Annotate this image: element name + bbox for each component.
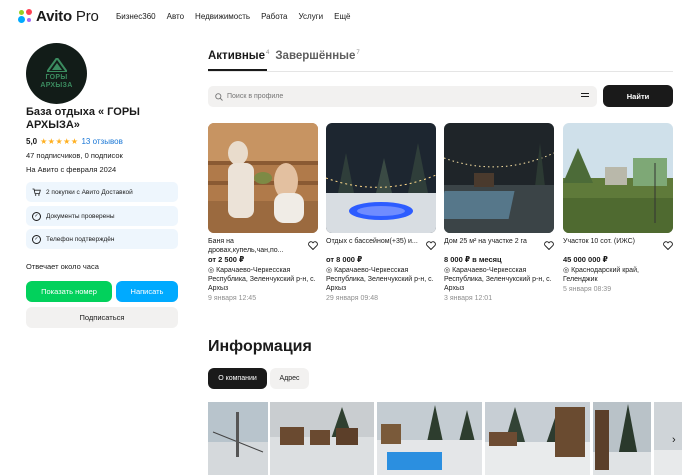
gallery-photo[interactable]	[485, 402, 590, 475]
avatar: ГОРЫ АРХЫЗА	[26, 43, 87, 104]
heart-icon[interactable]	[663, 241, 673, 250]
reply-time: Отвечает около часа	[26, 262, 99, 271]
nav-item-business360[interactable]: Бизнес360	[116, 12, 156, 21]
tab-about-company[interactable]: О компании	[208, 368, 267, 389]
heart-icon[interactable]	[544, 241, 554, 250]
member-since: На Авито с февраля 2024	[26, 165, 117, 174]
listing-title[interactable]: Дом 25 м² на участке 2 га	[444, 238, 527, 245]
check-circle-icon: ✓	[32, 234, 41, 244]
listing-photo-land[interactable]	[563, 123, 673, 233]
tab-completed-count: 7	[356, 50, 360, 57]
show-number-button[interactable]: Показать номер	[26, 281, 112, 302]
reviews-link[interactable]: 13 отзывов	[81, 137, 122, 146]
avito-logo-icon	[18, 9, 33, 24]
listing-photo-pool[interactable]	[326, 123, 436, 233]
top-header: Avito Pro Бизнес360 Авто Недвижимость Ра…	[0, 0, 682, 34]
listing-price: от 2 500 ₽	[208, 255, 245, 264]
nav-item-jobs[interactable]: Работа	[261, 12, 287, 21]
filter-icon[interactable]	[581, 93, 589, 100]
search-icon	[215, 92, 223, 101]
nav-item-services[interactable]: Услуги	[299, 12, 324, 21]
badge-delivery-label: 2 покупки с Авито Доставкой	[46, 188, 133, 196]
rating-value: 5,0	[26, 137, 38, 146]
listing-date: 3 января 12:01	[444, 295, 493, 302]
listing-price: 8 000 ₽ в месяц	[444, 255, 502, 264]
write-button[interactable]: Написать	[116, 281, 178, 302]
listing-card[interactable]: Участок 10 сот. (ИЖС) 45 000 000 ₽ ◎ Кра…	[563, 123, 673, 294]
location-pin-icon: ◎	[563, 267, 572, 274]
location-pin-icon: ◎	[208, 267, 217, 274]
badge-documents-label: Документы проверены	[46, 212, 115, 220]
location-pin-icon: ◎	[326, 267, 335, 274]
avito-pro-logo[interactable]: Avito Pro	[18, 8, 99, 25]
listing-date: 9 января 12:45	[208, 295, 257, 302]
info-section-title: Информация	[208, 338, 312, 355]
gallery-photo[interactable]	[593, 402, 651, 475]
listing-title[interactable]: Баня на дровах,купель,чан,по...	[208, 238, 284, 254]
check-circle-icon: ✓	[32, 211, 41, 221]
search-input[interactable]	[227, 93, 567, 100]
tab-address[interactable]: Адрес	[270, 368, 309, 389]
logo-text: Avito	[36, 8, 72, 25]
tab-completed[interactable]: Завершённые7	[275, 50, 359, 62]
gallery-photo[interactable]	[377, 402, 482, 475]
badge-phone: ✓ Телефон подтверждён	[26, 229, 178, 249]
listing-location: Карачаево-Черкесская Республика, Зеленчу…	[208, 267, 316, 292]
find-button[interactable]: Найти	[603, 85, 673, 107]
heart-icon[interactable]	[308, 241, 318, 250]
gallery-photo[interactable]	[270, 402, 374, 475]
location-pin-icon: ◎	[444, 267, 453, 274]
nav-item-realty[interactable]: Недвижимость	[195, 12, 250, 21]
gallery-photo[interactable]	[208, 402, 268, 475]
company-name: База отдыха « ГОРЫ АРХЫЗА»	[26, 106, 140, 131]
listing-card[interactable]: Отдых с бассейном(+35) и... от 8 000 ₽ ◎…	[326, 123, 436, 303]
star-icons: ★★★★★	[40, 137, 79, 146]
listing-card[interactable]: Дом 25 м² на участке 2 га 8 000 ₽ в меся…	[444, 123, 554, 303]
listing-location: Краснодарский край, Геленджик	[563, 267, 639, 283]
profile-search	[208, 86, 597, 107]
listing-date: 29 января 09:48	[326, 295, 378, 302]
tab-active-count: 4	[266, 50, 270, 57]
listing-location: Карачаево-Черкесская Республика, Зеленчу…	[444, 267, 552, 292]
subscribe-button[interactable]: Подписаться	[26, 307, 178, 328]
tab-active[interactable]: Активные4	[208, 50, 269, 62]
listing-title[interactable]: Отдых с бассейном(+35) и...	[326, 238, 418, 245]
listing-location: Карачаево-Черкесская Республика, Зеленчу…	[326, 267, 434, 292]
avatar-text: ГОРЫ АРХЫЗА	[40, 73, 73, 89]
gallery-photo[interactable]	[654, 402, 682, 475]
listing-price: от 8 000 ₽	[326, 255, 363, 264]
listing-photo-sauna[interactable]	[208, 123, 318, 233]
listing-price: 45 000 000 ₽	[563, 255, 608, 264]
listing-title[interactable]: Участок 10 сот. (ИЖС)	[563, 238, 635, 245]
chevron-right-icon[interactable]: ›	[672, 434, 676, 446]
logo-suffix: Pro	[75, 8, 99, 25]
mountain-logo-icon	[46, 57, 67, 72]
subscribers-text[interactable]: 47 подписчиков, 0 подписок	[26, 151, 123, 160]
listing-date: 5 января 08:39	[563, 286, 612, 293]
rating-row: 5,0 ★★★★★ 13 отзывов	[26, 137, 123, 146]
nav-item-more[interactable]: Ещё	[334, 12, 350, 21]
tabs-divider	[208, 71, 673, 72]
main-nav: Бизнес360 Авто Недвижимость Работа Услуг…	[116, 12, 350, 21]
listing-card[interactable]: Баня на дровах,купель,чан,по... от 2 500…	[208, 123, 318, 303]
nav-item-auto[interactable]: Авто	[167, 12, 184, 21]
listing-photo-house[interactable]	[444, 123, 554, 233]
badge-phone-label: Телефон подтверждён	[46, 235, 115, 243]
listing-tabs: Активные4 Завершённые7	[208, 50, 366, 62]
badge-delivery: 2 покупки с Авито Доставкой	[26, 182, 178, 202]
badge-documents: ✓ Документы проверены	[26, 206, 178, 226]
heart-icon[interactable]	[426, 241, 436, 250]
cart-icon	[32, 188, 41, 197]
